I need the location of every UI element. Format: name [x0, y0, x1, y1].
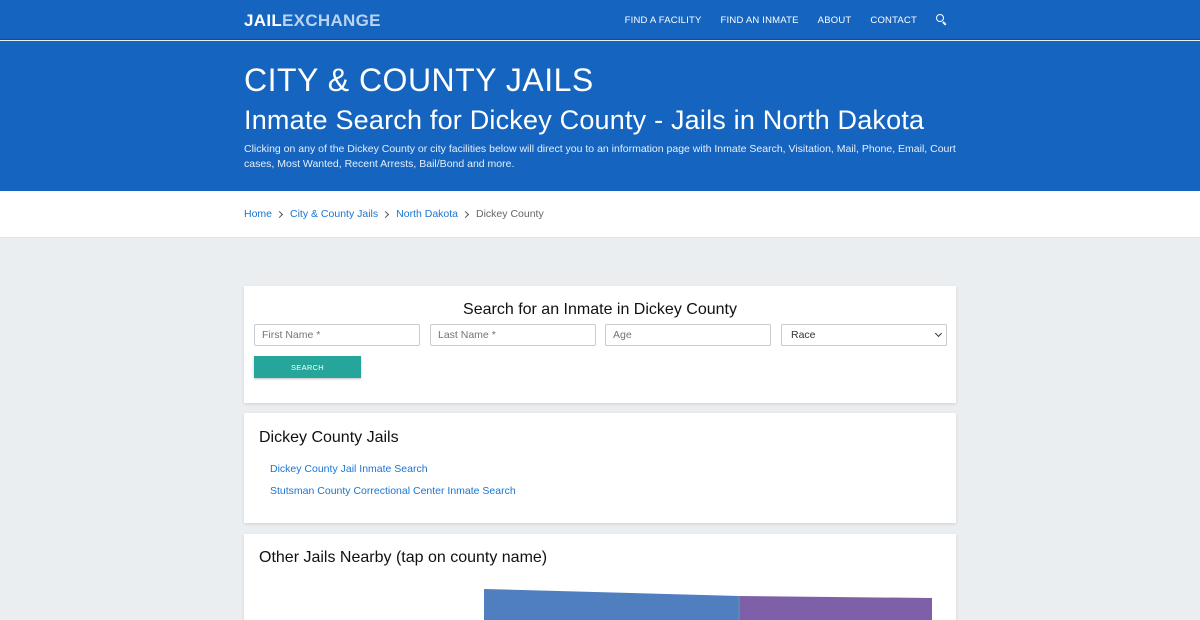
county-map [484, 589, 932, 620]
chevron-right-icon [275, 210, 284, 218]
race-select[interactable]: Race [781, 324, 947, 346]
age-input[interactable] [605, 324, 771, 346]
hero-banner: CITY & COUNTY JAILS Inmate Search for Di… [0, 41, 1200, 191]
race-select-value: Race [791, 329, 816, 341]
search-title: Search for an Inmate in Dickey County [463, 301, 737, 318]
nearby-jails-title: Other Jails Nearby (tap on county name) [259, 549, 548, 566]
breadcrumb: Home City & County Jails North Dakota Di… [244, 208, 544, 220]
inmate-search-card: Search for an Inmate in Dickey County Ra… [244, 286, 956, 403]
chevron-right-icon [382, 210, 390, 218]
nav-find-facility[interactable]: FIND A FACILITY [625, 15, 702, 26]
chevron-down-icon [934, 329, 943, 338]
jail-link[interactable]: Dickey County Jail Inmate Search [270, 463, 428, 475]
county-map-region[interactable] [739, 596, 932, 620]
main-nav: FIND A FACILITY FIND AN INMATE ABOUT CON… [606, 0, 948, 40]
county-map-region[interactable] [484, 589, 739, 620]
breadcrumb-home[interactable]: Home [244, 208, 272, 220]
logo-text-jail: JAIL [244, 11, 283, 30]
nav-contact[interactable]: CONTACT [870, 15, 917, 26]
section-kicker: CITY & COUNTY JAILS [244, 62, 594, 98]
breadcrumb-current: Dickey County [476, 208, 544, 220]
jail-list: Dickey County Jail Inmate Search Stutsma… [270, 462, 516, 506]
search-icon[interactable] [936, 14, 948, 26]
search-button[interactable]: SEARCH [254, 356, 361, 378]
nearby-jails-card: Other Jails Nearby (tap on county name) [244, 534, 956, 620]
list-item: Dickey County Jail Inmate Search [270, 462, 516, 476]
top-navbar: JAILEXCHANGE FIND A FACILITY FIND AN INM… [0, 0, 1200, 40]
county-jails-title: Dickey County Jails [259, 429, 399, 446]
nav-find-inmate[interactable]: FIND AN INMATE [721, 15, 799, 26]
breadcrumb-north-dakota[interactable]: North Dakota [396, 208, 458, 220]
jail-link[interactable]: Stutsman County Correctional Center Inma… [270, 485, 516, 497]
page-title: Inmate Search for Dickey County - Jails … [244, 105, 925, 135]
breadcrumb-bar: Home City & County Jails North Dakota Di… [0, 191, 1200, 238]
page-description: Clicking on any of the Dickey County or … [244, 143, 956, 170]
jailexchange-logo[interactable]: JAILEXCHANGE [244, 10, 381, 32]
breadcrumb-city-county-jails[interactable]: City & County Jails [290, 208, 378, 220]
list-item: Stutsman County Correctional Center Inma… [270, 484, 516, 498]
last-name-input[interactable] [430, 324, 596, 346]
first-name-input[interactable] [254, 324, 420, 346]
chevron-right-icon [461, 210, 470, 218]
nav-about[interactable]: ABOUT [818, 15, 852, 26]
logo-text-exchange: EXCHANGE [282, 11, 381, 30]
county-jails-card: Dickey County Jails Dickey County Jail I… [244, 413, 956, 523]
